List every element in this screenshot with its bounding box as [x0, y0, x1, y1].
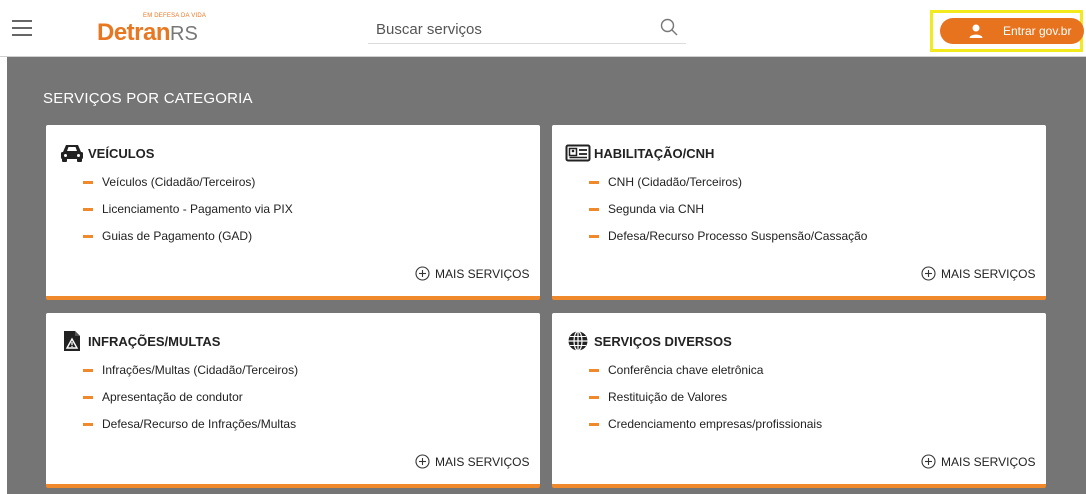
service-label: Apresentação de condutor: [102, 390, 243, 404]
plus-circle-icon: [415, 454, 430, 469]
service-list: CNH (Cidadão/Terceiros) Segunda via CNH …: [589, 175, 867, 256]
hamburger-menu-icon[interactable]: [12, 20, 32, 36]
warning-document-icon: [64, 331, 80, 351]
login-govbr-button[interactable]: Entrar gov.br: [940, 18, 1084, 44]
service-label: Credenciamento empresas/profissionais: [608, 417, 823, 431]
dash-bullet: [83, 235, 93, 238]
service-link[interactable]: Restituição de Valores: [589, 390, 822, 417]
service-label: CNH (Cidadão/Terceiros): [608, 175, 743, 189]
dash-bullet: [83, 208, 93, 211]
more-services-label: MAIS SERVIÇOS: [941, 455, 1036, 469]
card-title: VEÍCULOS: [88, 146, 155, 161]
card-title: SERVIÇOS DIVERSOS: [594, 334, 732, 349]
logo-wordmark: DetranRS: [97, 19, 198, 47]
login-label: Entrar gov.br: [1003, 24, 1072, 38]
card-veiculos: VEÍCULOS Veículos (Cidadão/Terceiros) Li…: [46, 125, 540, 300]
dash-bullet: [589, 181, 599, 184]
service-list: Conferência chave eletrônica Restituição…: [589, 363, 822, 444]
globe-icon: [568, 330, 588, 352]
service-label: Defesa/Recurso Processo Suspensão/Cassaç…: [608, 229, 868, 243]
search-input[interactable]: [376, 18, 646, 40]
service-label: Segunda via CNH: [608, 202, 705, 216]
dash-bullet: [83, 369, 93, 372]
menu-bar: [12, 20, 32, 22]
logo-brand: Detran: [97, 19, 171, 46]
card-title: HABILITAÇÃO/CNH: [594, 146, 715, 161]
service-link[interactable]: Licenciamento - Pagamento via PIX: [83, 202, 293, 229]
service-label: Veículos (Cidadão/Terceiros): [102, 175, 256, 189]
service-link[interactable]: Segunda via CNH: [589, 202, 867, 229]
dash-bullet: [589, 396, 599, 399]
top-header: EM DEFESA DA VIDA DetranRS: [0, 0, 1086, 57]
dash-bullet: [589, 369, 599, 372]
service-label: Restituição de Valores: [608, 390, 728, 404]
dash-bullet: [83, 181, 93, 184]
car-icon: [61, 145, 83, 162]
more-services-link[interactable]: MAIS SERVIÇOS: [921, 454, 1036, 470]
menu-bar: [12, 34, 32, 36]
plus-circle-icon: [921, 454, 936, 469]
service-link[interactable]: Apresentação de condutor: [83, 390, 298, 417]
service-link[interactable]: Veículos (Cidadão/Terceiros): [83, 175, 293, 202]
main-content: SERVIÇOS POR CATEGORIA VEÍCULOS Veículos…: [7, 57, 1086, 494]
service-link[interactable]: Defesa/Recurso de Infrações/Multas: [83, 417, 298, 444]
service-link[interactable]: Credenciamento empresas/profissionais: [589, 417, 822, 444]
dash-bullet: [589, 235, 599, 238]
search-icon[interactable]: [660, 18, 678, 36]
service-label: Guias de Pagamento (GAD): [102, 229, 253, 243]
card-habilitacao: HABILITAÇÃO/CNH CNH (Cidadão/Terceiros) …: [552, 125, 1046, 300]
more-services-link[interactable]: MAIS SERVIÇOS: [415, 454, 530, 470]
detran-logo[interactable]: EM DEFESA DA VIDA DetranRS: [97, 11, 207, 47]
card-servicos-diversos: SERVIÇOS DIVERSOS Conferência chave elet…: [552, 313, 1046, 488]
logo-suffix: RS: [170, 23, 198, 45]
service-link[interactable]: Defesa/Recurso Processo Suspensão/Cassaç…: [589, 229, 867, 256]
service-label: Conferência chave eletrônica: [608, 363, 764, 377]
more-services-link[interactable]: MAIS SERVIÇOS: [415, 266, 530, 282]
service-label: Defesa/Recurso de Infrações/Multas: [102, 417, 297, 431]
dash-bullet: [589, 423, 599, 426]
dash-bullet: [589, 208, 599, 211]
plus-circle-icon: [415, 266, 430, 281]
service-list: Veículos (Cidadão/Terceiros) Licenciamen…: [83, 175, 293, 256]
service-label: Infrações/Multas (Cidadão/Terceiros): [102, 363, 299, 377]
more-services-label: MAIS SERVIÇOS: [435, 267, 530, 281]
service-list: Infrações/Multas (Cidadão/Terceiros) Apr…: [83, 363, 298, 444]
more-services-link[interactable]: MAIS SERVIÇOS: [921, 266, 1036, 282]
section-title: SERVIÇOS POR CATEGORIA: [43, 90, 253, 107]
service-link[interactable]: Conferência chave eletrônica: [589, 363, 822, 390]
plus-circle-icon: [921, 266, 936, 281]
dash-bullet: [83, 396, 93, 399]
card-title: INFRAÇÕES/MULTAS: [88, 334, 221, 349]
more-services-label: MAIS SERVIÇOS: [435, 455, 530, 469]
menu-bar: [12, 27, 32, 29]
card-infracoes: INFRAÇÕES/MULTAS Infrações/Multas (Cidad…: [46, 313, 540, 488]
id-card-icon: [565, 144, 591, 162]
service-label: Licenciamento - Pagamento via PIX: [102, 202, 293, 216]
more-services-label: MAIS SERVIÇOS: [941, 267, 1036, 281]
service-link[interactable]: Infrações/Multas (Cidadão/Terceiros): [83, 363, 298, 390]
dash-bullet: [83, 423, 93, 426]
service-link[interactable]: CNH (Cidadão/Terceiros): [589, 175, 867, 202]
service-link[interactable]: Guias de Pagamento (GAD): [83, 229, 293, 256]
user-icon: [969, 24, 983, 38]
search-bar: [368, 12, 686, 44]
